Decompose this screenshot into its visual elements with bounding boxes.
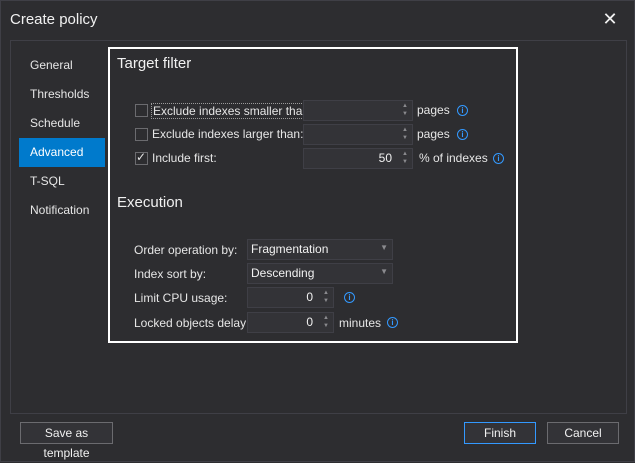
checkmark-icon: ✓ <box>136 150 147 164</box>
locked-objects-unit: minutes <box>339 316 382 330</box>
include-first-checkbox[interactable]: ✓ <box>135 150 148 165</box>
advanced-panel: Target filter Exclude indexes smaller th… <box>108 47 518 343</box>
sidebar-item-thresholds[interactable]: Thresholds <box>19 80 105 109</box>
title-bar: Create policy ✕ <box>1 1 634 39</box>
execution-title: Execution <box>117 194 183 211</box>
sidebar-item-t-sql[interactable]: T-SQL <box>19 167 105 196</box>
locked-objects-label: Locked objects delay: <box>134 316 250 330</box>
spin-arrows-icon[interactable]: ▲ ▼ <box>400 150 410 167</box>
spin-arrows-icon[interactable]: ▲ ▼ <box>321 314 331 331</box>
sidebar-item-schedule[interactable]: Schedule <box>19 109 105 138</box>
exclude-smaller-unit: pages <box>417 103 450 117</box>
include-first-label[interactable]: Include first: <box>152 151 217 165</box>
include-first-unit: % of indexes <box>419 151 488 165</box>
sidebar-nav: General Thresholds Schedule Advanced T-S… <box>19 51 105 225</box>
exclude-smaller-stepper[interactable]: ▲ ▼ <box>303 100 413 121</box>
target-filter-title: Target filter <box>117 55 192 72</box>
exclude-larger-label[interactable]: Exclude indexes larger than: <box>152 127 303 141</box>
chevron-down-icon[interactable]: ▼ <box>380 243 388 252</box>
locked-objects-value: 0 <box>306 315 313 329</box>
finish-button[interactable]: Finish <box>464 422 536 444</box>
sidebar-item-advanced[interactable]: Advanced <box>19 138 105 167</box>
close-icon[interactable]: ✕ <box>600 9 620 29</box>
index-sort-select[interactable]: Descending ▼ <box>247 263 393 284</box>
include-first-value: 50 <box>378 151 392 165</box>
info-icon[interactable]: i <box>457 129 468 140</box>
chevron-down-icon[interactable]: ▼ <box>380 267 388 276</box>
locked-objects-stepper[interactable]: 0 ▲ ▼ <box>247 312 334 333</box>
exclude-larger-checkbox[interactable] <box>135 128 148 141</box>
index-sort-value: Descending <box>251 266 315 280</box>
dialog-title: Create policy <box>10 11 98 28</box>
create-policy-dialog: Create policy ✕ General Thresholds Sched… <box>0 0 635 462</box>
spin-arrows-icon[interactable]: ▲ ▼ <box>321 289 331 306</box>
limit-cpu-stepper[interactable]: 0 ▲ ▼ <box>247 287 334 308</box>
save-as-template-button[interactable]: Save as template <box>20 422 113 460</box>
info-icon[interactable]: i <box>344 292 355 303</box>
include-first-stepper[interactable]: 50 ▲ ▼ <box>303 148 413 169</box>
info-icon[interactable]: i <box>493 153 504 164</box>
info-icon[interactable]: i <box>387 317 398 328</box>
sidebar-item-general[interactable]: General <box>19 51 105 80</box>
exclude-larger-stepper[interactable]: ▲ ▼ <box>303 124 413 145</box>
limit-cpu-label: Limit CPU usage: <box>134 291 228 305</box>
index-sort-label: Index sort by: <box>134 267 207 281</box>
order-operation-value: Fragmentation <box>251 242 329 256</box>
info-icon[interactable]: i <box>457 105 468 116</box>
order-operation-select[interactable]: Fragmentation ▼ <box>247 239 393 260</box>
cancel-button[interactable]: Cancel <box>547 422 619 444</box>
order-operation-label: Order operation by: <box>134 243 238 257</box>
spin-arrows-icon[interactable]: ▲ ▼ <box>400 126 410 143</box>
exclude-smaller-checkbox[interactable] <box>135 104 148 117</box>
limit-cpu-value: 0 <box>306 290 313 304</box>
exclude-smaller-label[interactable]: Exclude indexes smaller than: <box>151 103 315 119</box>
exclude-larger-unit: pages <box>417 127 450 141</box>
sidebar-item-notification[interactable]: Notification <box>19 196 105 225</box>
spin-arrows-icon[interactable]: ▲ ▼ <box>400 102 410 119</box>
